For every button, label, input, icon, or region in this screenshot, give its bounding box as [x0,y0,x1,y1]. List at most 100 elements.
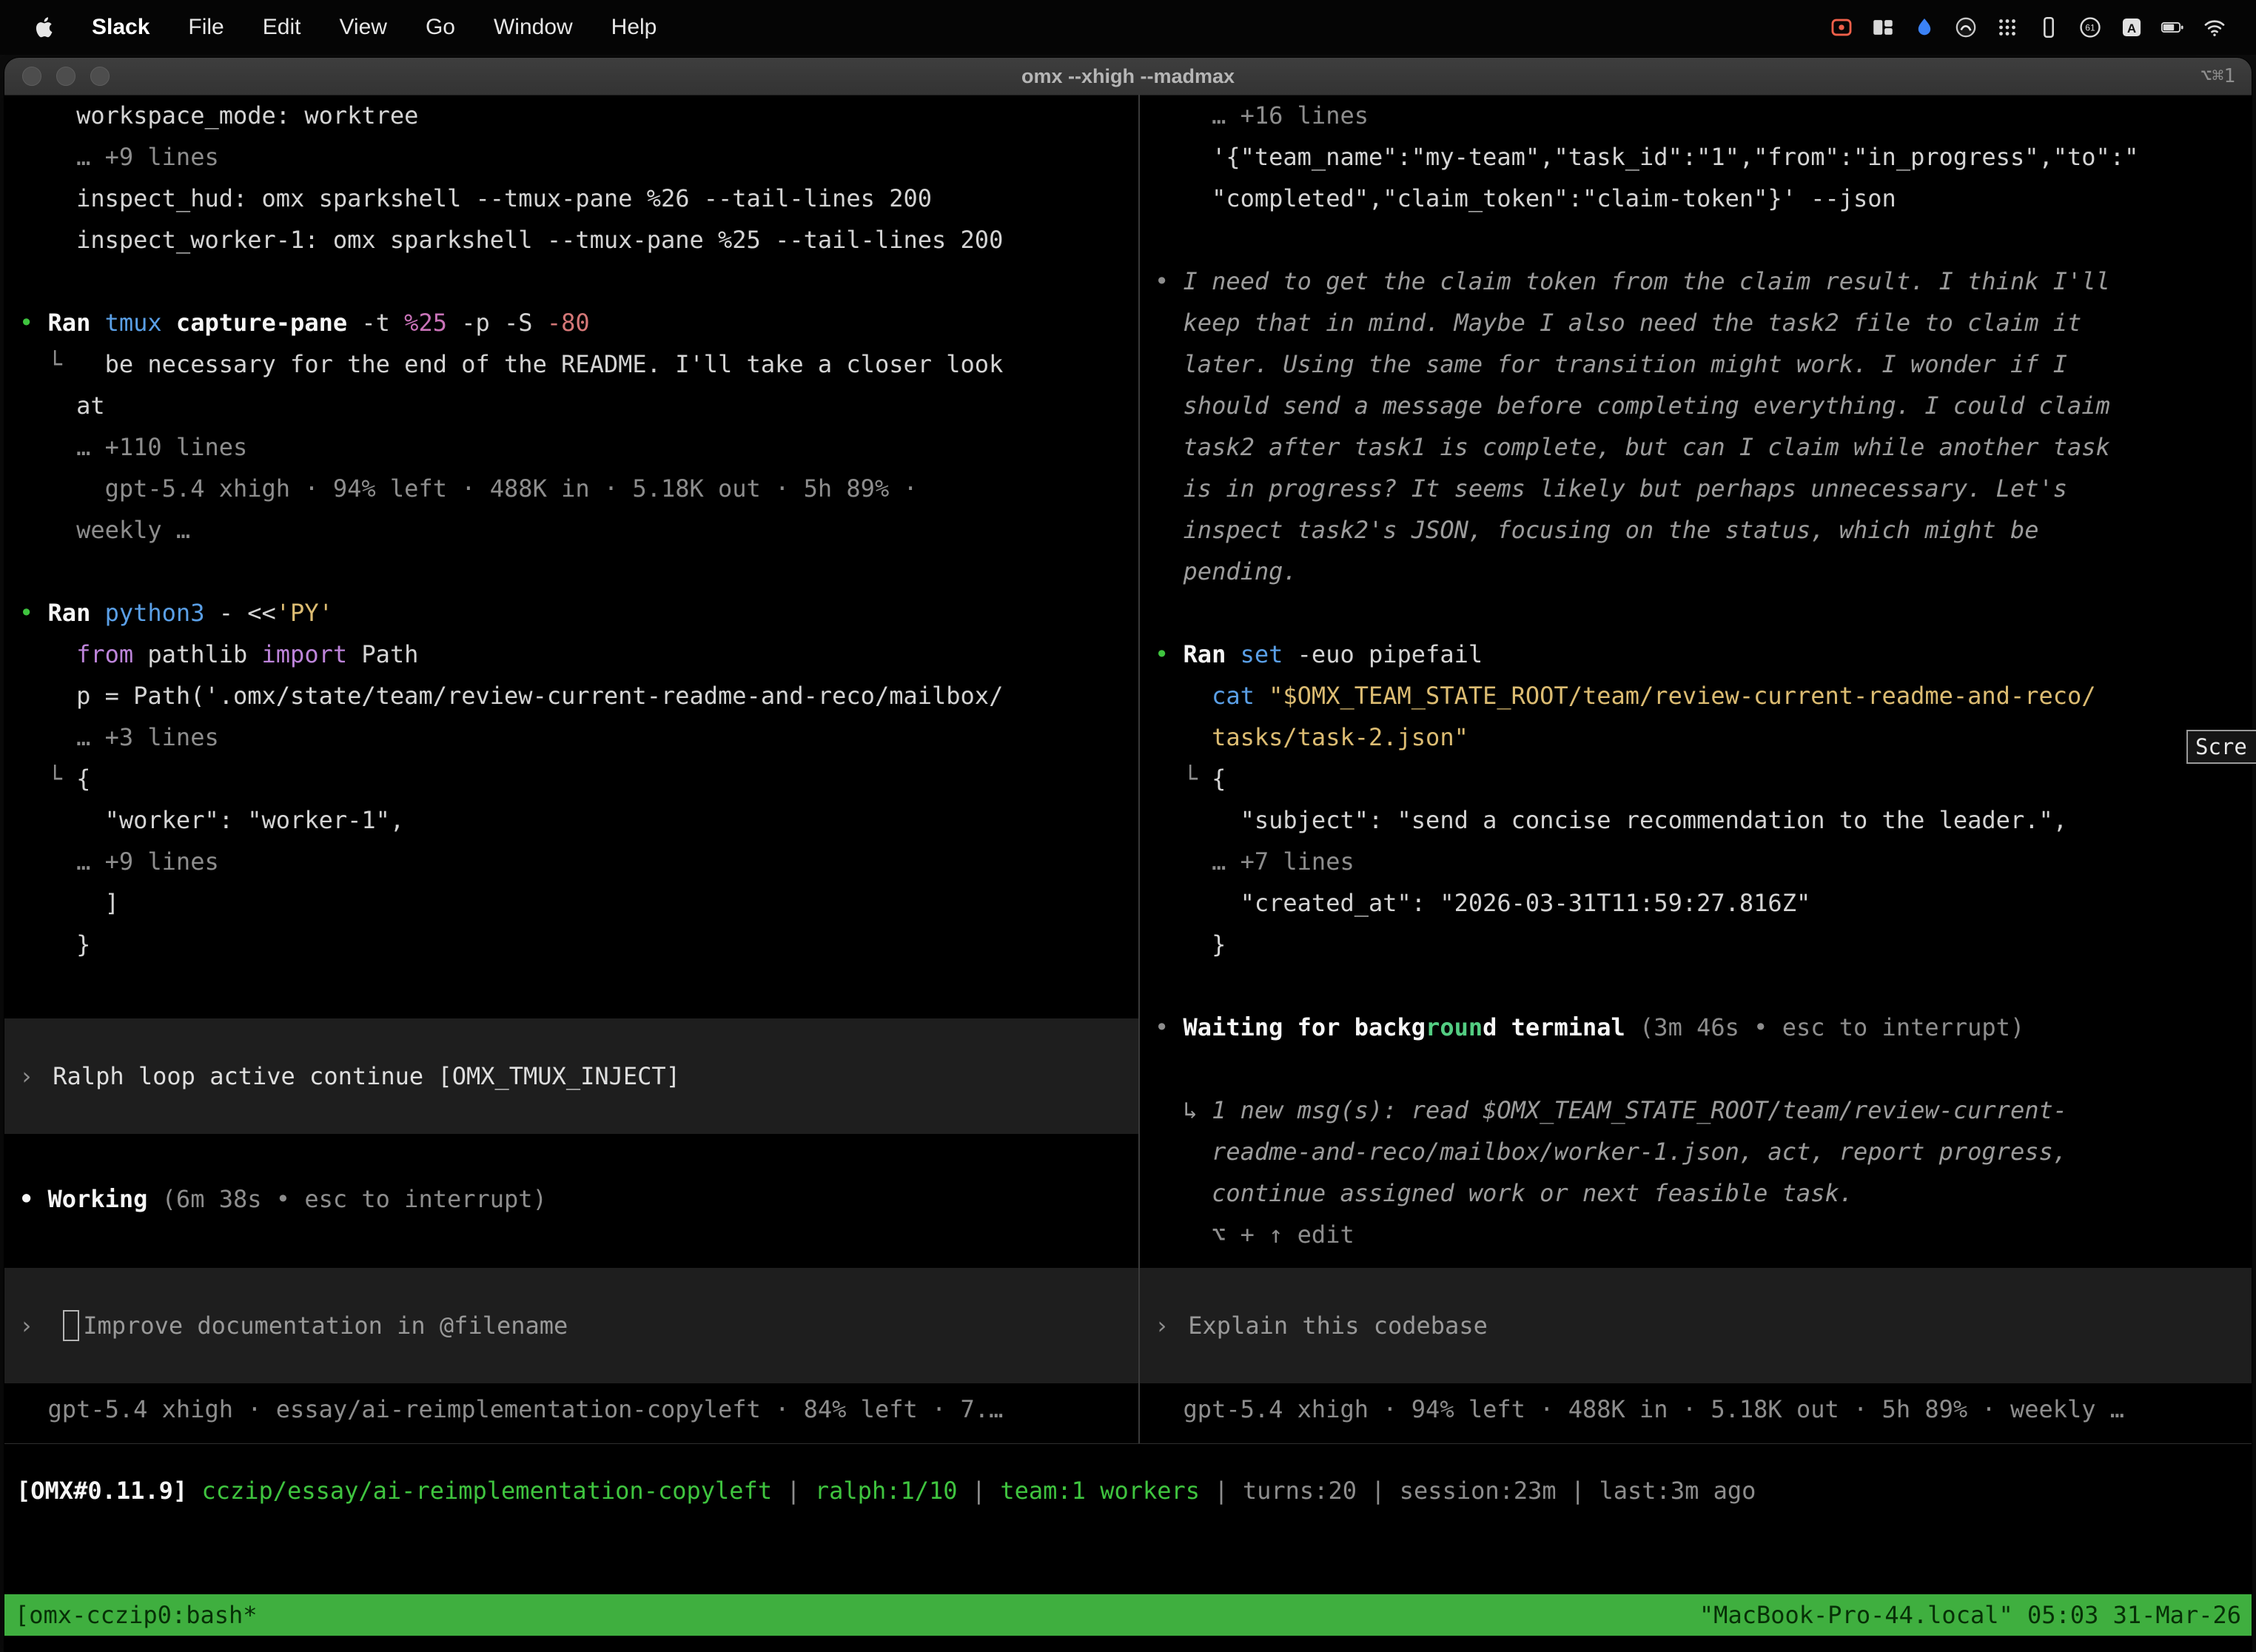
terminal-text: pending. [1155,557,1297,585]
menu-bar-left: Slack FileEditViewGoWindowHelp [0,15,676,40]
left-prompt-input[interactable]: › Improve documentation in @filename [4,1268,1138,1383]
terminal-text: "worker": "worker-1", [19,806,404,834]
terminal-line: later. Using the same for transition mig… [1155,343,2252,385]
terminal-text: Ran [48,599,105,627]
dots-grid-icon[interactable] [1993,14,2021,41]
terminal-text: └ [19,350,105,378]
terminal-text: Waiting for backg [1184,1013,1426,1041]
omx-status-segment: | [958,1477,1001,1505]
right-prompt-input[interactable]: ›Explain this codebase [1140,1268,2252,1383]
terminal-text: tmux [105,309,162,337]
terminal-text: p = Path('.omx/state/team/review-current… [19,682,1003,710]
terminal-line: inspect_hud: omx sparkshell --tmux-pane … [19,178,1138,219]
close-button[interactable] [22,67,41,86]
minimize-button[interactable] [56,67,75,86]
menu-item-view[interactable]: View [320,15,406,39]
omx-status-segment: | [772,1477,815,1505]
blue-app-icon[interactable] [1910,14,1938,41]
round-app-icon[interactable] [1952,14,1980,41]
window-controls [22,58,110,95]
terminal-text: set [1241,640,1283,668]
terminal-text: readme-and-reco/mailbox/worker-1.json, a… [1155,1138,2067,1166]
terminal-line: ↳ 1 new msg(s): read $OMX_TEAM_STATE_ROO… [1155,1089,2252,1131]
terminal-text: tasks/task-2.json" [1155,723,1468,751]
working-text: (6m 38s • esc to interrupt) [147,1185,546,1213]
terminal-text: inspect task2's JSON, focusing on the st… [1155,516,2038,544]
window-shortcut-hint: ⌥⌘1 [2200,65,2235,87]
terminal-text: keep that in mind. Maybe I also need the… [1155,309,2081,337]
menu-item-edit[interactable]: Edit [244,15,320,39]
terminal-line: tasks/task-2.json" [1155,716,2252,758]
terminal-text: gpt-5.4 xhigh · 94% left · 488K in · 5.1… [19,474,918,503]
prompt-chevron-icon: › [19,1305,33,1346]
terminal-text: └ [19,765,76,793]
zoom-button[interactable] [90,67,110,86]
terminal-text: { [76,765,90,793]
terminal-text: %25 [404,309,447,337]
terminal-line: pending. [1155,551,2252,592]
terminal-text: workspace_mode: worktree [19,101,418,130]
terminal-line: • Ran python3 - <<'PY' [19,592,1138,634]
terminal-text: -t [347,309,404,337]
device-icon[interactable] [2035,14,2063,41]
terminal-text: capture-pane [162,309,347,337]
left-terminal-pane: workspace_mode: worktree … +9 lines insp… [4,95,1138,1443]
terminal-text: Ran [1184,640,1241,668]
menu-item-file[interactable]: File [169,15,243,39]
battery-icon[interactable] [2159,14,2187,41]
terminal-text: • [19,309,48,337]
terminal-text: inspect_worker-1: omx sparkshell --tmux-… [19,226,1003,254]
menu-item-help[interactable]: Help [592,15,677,39]
inject-banner[interactable]: ›Ralph loop active continue [OMX_TMUX_IN… [4,1018,1138,1134]
inject-banner-text: Ralph loop active continue [OMX_TMUX_INJ… [53,1055,680,1097]
terminal-line: inspect task2's JSON, focusing on the st… [1155,509,2252,551]
terminal-text: } [1155,930,1226,958]
terminal-line: … +7 lines [1155,841,2252,882]
window-title: omx --xhigh --madmax [1021,65,1235,88]
terminal-line: readme-and-reco/mailbox/worker-1.json, a… [1155,1131,2252,1172]
edge-tooltip: Scre [2186,730,2256,764]
prompt-placeholder: Explain this codebase [1188,1305,1488,1346]
terminal-line: cat "$OMX_TEAM_STATE_ROOT/team/review-cu… [1155,675,2252,716]
terminal-line: task2 after task1 is complete, but can I… [1155,426,2252,468]
terminal-line: ⌥ + ↑ edit [1155,1214,2252,1255]
window-tiles-icon[interactable] [1869,14,1897,41]
terminal-line: … +9 lines [19,841,1138,882]
terminal-text: ↳ 1 new msg(s): read $OMX_TEAM_STATE_ROO… [1155,1096,2067,1124]
window-titlebar[interactable]: omx --xhigh --madmax ⌥⌘1 [4,58,2252,95]
menu-item-slack[interactable]: Slack [73,15,169,40]
terminal-line: └ { [1155,758,2252,799]
terminal-line: } [1155,924,2252,965]
menu-item-window[interactable]: Window [474,15,592,39]
terminal-text: • [19,599,48,627]
terminal-line: ] [19,882,1138,924]
menu-items: FileEditViewGoWindowHelp [169,15,676,40]
terminal-text: task2 after task1 is complete, but can I… [1155,433,2110,461]
terminal-line: … +110 lines [19,426,1138,468]
terminal-text: be necessary for the end of the README. … [105,350,1004,378]
working-status: • Working (6m 38s • esc to interrupt) [4,1178,1138,1220]
menu-item-go[interactable]: Go [406,15,474,39]
prompt-placeholder: Improve documentation in @filename [83,1305,568,1346]
terminal-text: "completed","claim_token":"claim-token"}… [1155,184,1896,212]
terminal-text: ] [19,889,119,917]
omx-status-segment: team:1 workers [1000,1477,1200,1505]
terminal-text: … +9 lines [19,143,219,171]
screen-recording-indicator[interactable] [1827,14,1856,41]
terminal-text: python3 [105,599,205,627]
battery-61-icon[interactable]: 61 [2076,14,2104,41]
terminal-text: } [19,930,90,958]
wifi-icon[interactable] [2200,14,2229,41]
text-cursor [63,1310,79,1341]
terminal-line: '{"team_name":"my-team","task_id":"1","f… [1155,136,2252,178]
omx-status-segment: | turns:20 | session:23m | last:3m ago [1200,1477,1756,1505]
terminal-text: at [19,392,105,420]
terminal-text: roun [1426,1013,1483,1041]
terminal-text: should send a message before completing … [1155,392,2110,420]
terminal-line: should send a message before completing … [1155,385,2252,426]
terminal-text: "subject": "send a concise recommendatio… [1155,806,2067,834]
input-source-icon[interactable]: A [2118,14,2146,41]
tmux-host-clock: "MacBook-Pro-44.local" 05:03 31-Mar-26 [1699,1594,2241,1636]
menu-status-icons: 61 A [1821,14,2256,41]
apple-menu-icon[interactable] [15,15,73,40]
